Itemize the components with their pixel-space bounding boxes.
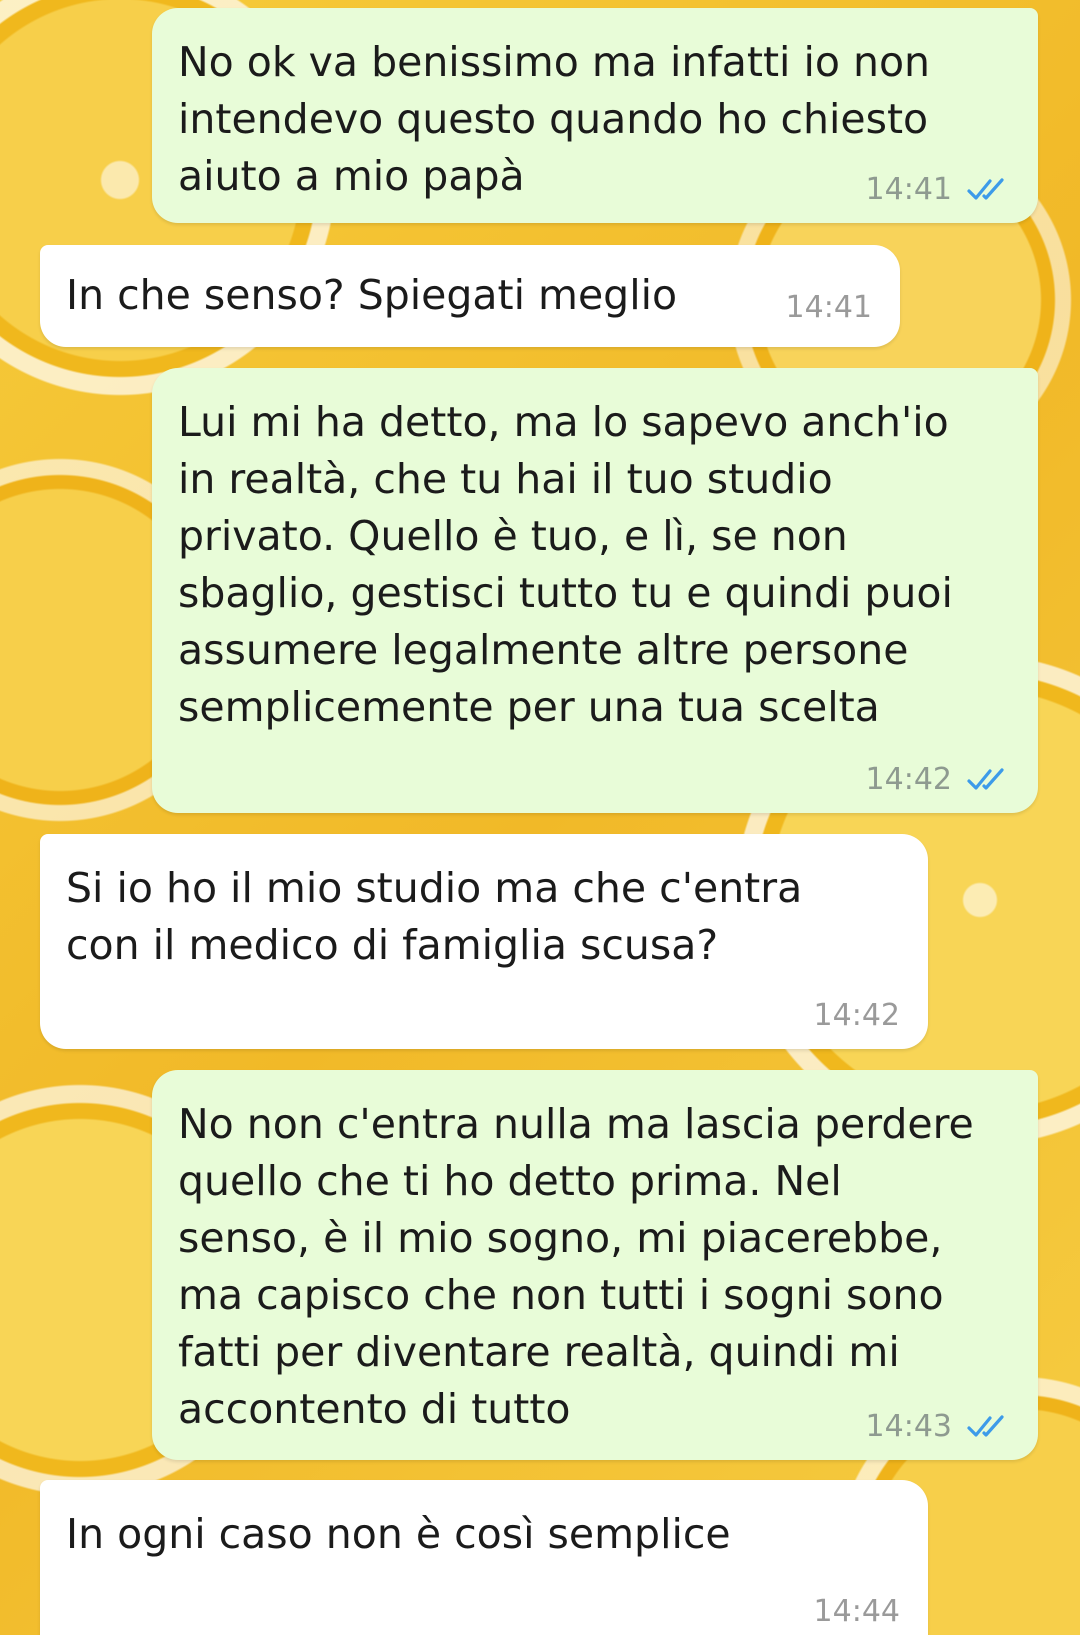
message-bubble-outgoing[interactable]: No non c'entra nulla ma lascia perdere q… bbox=[152, 1070, 1038, 1460]
message-meta: 14:43 bbox=[866, 1410, 1010, 1444]
message-text: Si io ho il mio studio ma che c'entra co… bbox=[66, 864, 803, 969]
message-meta: 14:41 bbox=[866, 173, 1010, 207]
message-time: 14:42 bbox=[865, 762, 952, 797]
double-check-read-icon bbox=[967, 768, 1004, 790]
message-bubble-outgoing[interactable]: Lui mi ha detto, ma lo sapevo anch'io in… bbox=[152, 368, 1038, 813]
message-meta: 14:41 bbox=[786, 291, 872, 325]
message-time: 14:42 bbox=[813, 998, 900, 1033]
message-time: 14:41 bbox=[865, 172, 952, 207]
chat-conversation: No ok va benissimo ma infatti io non int… bbox=[0, 0, 1080, 1635]
message-time: 14:44 bbox=[813, 1594, 900, 1629]
message-time: 14:43 bbox=[865, 1409, 952, 1444]
message-bubble-incoming[interactable]: Si io ho il mio studio ma che c'entra co… bbox=[40, 834, 928, 1049]
message-text: In che senso? Spiegati meglio bbox=[66, 271, 678, 319]
message-text: No non c'entra nulla ma lascia perdere q… bbox=[178, 1100, 974, 1433]
double-check-read-icon bbox=[967, 1415, 1004, 1437]
message-bubble-incoming[interactable]: In che senso? Spiegati meglio 14:41 bbox=[40, 245, 900, 347]
double-check-read-icon bbox=[967, 178, 1004, 200]
message-time: 14:41 bbox=[785, 290, 872, 325]
message-bubble-outgoing[interactable]: No ok va benissimo ma infatti io non int… bbox=[152, 8, 1038, 223]
message-text: Lui mi ha detto, ma lo sapevo anch'io in… bbox=[178, 398, 953, 731]
message-meta: 14:42 bbox=[866, 763, 1010, 797]
message-bubble-incoming[interactable]: In ogni caso non è così semplice 14:44 bbox=[40, 1480, 928, 1635]
message-text: In ogni caso non è così semplice bbox=[66, 1510, 731, 1558]
message-meta: 14:42 bbox=[814, 999, 900, 1033]
message-meta: 14:44 bbox=[814, 1595, 900, 1629]
